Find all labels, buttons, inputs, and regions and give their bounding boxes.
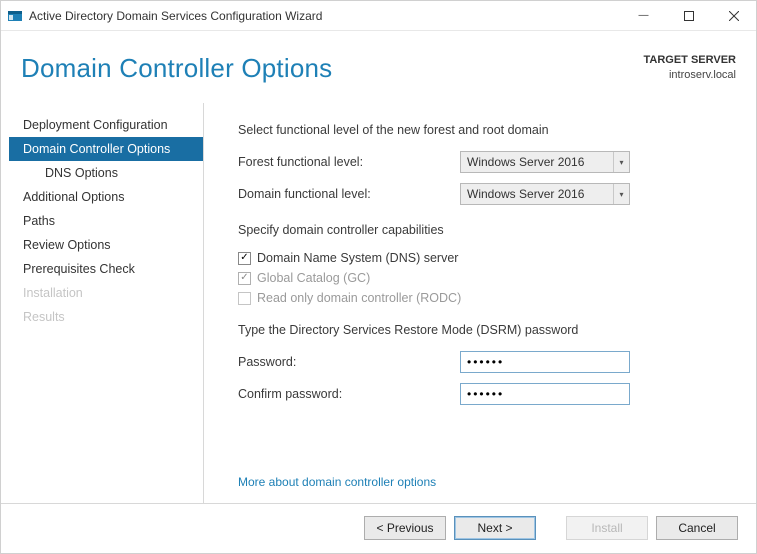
sidebar-item-results: Results	[9, 305, 203, 329]
chevron-down-icon: ▾	[613, 152, 629, 172]
gc-checkbox-label: Global Catalog (GC)	[257, 271, 370, 285]
password-label: Password:	[238, 355, 460, 369]
target-server-block: TARGET SERVER introserv.local	[644, 53, 737, 84]
domain-level-label: Domain functional level:	[238, 187, 460, 201]
sidebar-item-paths[interactable]: Paths	[9, 209, 203, 233]
forest-level-select[interactable]: Windows Server 2016 ▾	[460, 151, 630, 173]
domain-level-value: Windows Server 2016	[467, 187, 584, 201]
domain-level-row: Domain functional level: Windows Server …	[238, 183, 722, 205]
target-server-value: introserv.local	[644, 68, 737, 83]
rodc-checkbox-row: Read only domain controller (RODC)	[238, 291, 722, 305]
close-button[interactable]	[711, 1, 756, 31]
sidebar-item-deployment-config[interactable]: Deployment Configuration	[9, 113, 203, 137]
maximize-button[interactable]	[666, 1, 711, 31]
window-title: Active Directory Domain Services Configu…	[29, 9, 621, 23]
dns-checkbox-row: Domain Name System (DNS) server	[238, 251, 722, 265]
titlebar: Active Directory Domain Services Configu…	[1, 1, 756, 31]
rodc-checkbox	[238, 292, 251, 305]
domain-level-select[interactable]: Windows Server 2016 ▾	[460, 183, 630, 205]
next-button[interactable]: Next >	[454, 516, 536, 540]
minimize-button[interactable]: —	[621, 1, 666, 31]
dns-checkbox[interactable]	[238, 252, 251, 265]
app-icon	[7, 8, 23, 24]
more-about-link[interactable]: More about domain controller options	[238, 475, 436, 489]
password-input[interactable]	[460, 351, 630, 373]
confirm-password-row: Confirm password:	[238, 383, 722, 405]
header: Domain Controller Options TARGET SERVER …	[1, 31, 756, 103]
sidebar-item-review-options[interactable]: Review Options	[9, 233, 203, 257]
forest-level-label: Forest functional level:	[238, 155, 460, 169]
sidebar-item-dc-options[interactable]: Domain Controller Options	[9, 137, 203, 161]
sidebar-item-dns-options[interactable]: DNS Options	[9, 161, 203, 185]
capabilities-heading: Specify domain controller capabilities	[238, 223, 722, 237]
page-title: Domain Controller Options	[21, 53, 332, 84]
dsrm-heading: Type the Directory Services Restore Mode…	[238, 323, 722, 337]
gc-checkbox-row: Global Catalog (GC)	[238, 271, 722, 285]
confirm-password-label: Confirm password:	[238, 387, 460, 401]
dns-checkbox-label: Domain Name System (DNS) server	[257, 251, 458, 265]
chevron-down-icon: ▾	[613, 184, 629, 204]
rodc-checkbox-label: Read only domain controller (RODC)	[257, 291, 461, 305]
install-button: Install	[566, 516, 648, 540]
sidebar-item-installation: Installation	[9, 281, 203, 305]
sidebar-item-additional-options[interactable]: Additional Options	[9, 185, 203, 209]
previous-button[interactable]: < Previous	[364, 516, 446, 540]
footer: < Previous Next > Install Cancel	[1, 503, 756, 551]
gc-checkbox	[238, 272, 251, 285]
cancel-button[interactable]: Cancel	[656, 516, 738, 540]
sidebar: Deployment Configuration Domain Controll…	[9, 103, 204, 503]
confirm-password-input[interactable]	[460, 383, 630, 405]
content-panel: Select functional level of the new fores…	[204, 103, 756, 503]
sidebar-item-prereq-check[interactable]: Prerequisites Check	[9, 257, 203, 281]
target-server-label: TARGET SERVER	[644, 53, 737, 68]
workarea: Deployment Configuration Domain Controll…	[1, 103, 756, 503]
forest-level-value: Windows Server 2016	[467, 155, 584, 169]
forest-level-row: Forest functional level: Windows Server …	[238, 151, 722, 173]
functional-level-heading: Select functional level of the new fores…	[238, 123, 722, 137]
password-row: Password:	[238, 351, 722, 373]
